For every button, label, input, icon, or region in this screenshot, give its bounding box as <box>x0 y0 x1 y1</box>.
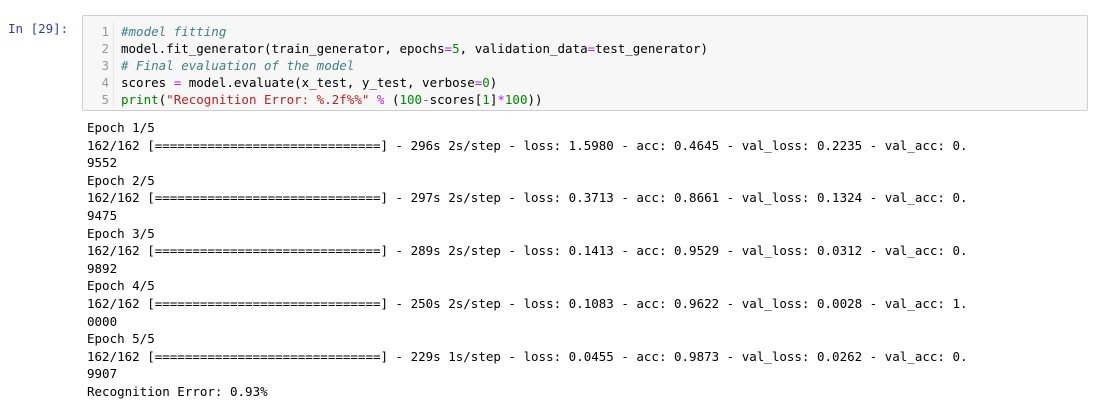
output-line: 162/162 [==============================]… <box>87 243 968 259</box>
code-token: 100 <box>399 92 423 107</box>
code-token: 100 <box>504 92 528 107</box>
line-number-gutter: 1 2 3 4 5 <box>83 22 114 107</box>
line-number: 5 <box>101 92 109 107</box>
code-token: # Final evaluation of the model <box>121 58 355 73</box>
code-token: #model fitting <box>121 24 227 39</box>
output-line: 0000 <box>87 313 118 329</box>
code-token: = <box>444 41 453 56</box>
output-line: 9475 <box>87 207 118 223</box>
line-number: 2 <box>101 41 109 56</box>
output-line: Epoch 2/5 <box>87 172 155 188</box>
output-line: 162/162 [==============================]… <box>87 137 968 153</box>
code-token: model.fit_generator(train_generator, epo… <box>121 41 445 56</box>
output-line: Epoch 4/5 <box>87 278 155 294</box>
code-token: , validation_data <box>459 41 588 56</box>
output-line: Epoch 5/5 <box>87 331 155 347</box>
line-number: 3 <box>101 58 109 73</box>
output-line: 9907 <box>87 366 118 382</box>
code-token: * <box>497 92 505 107</box>
code-token: 5 <box>452 41 460 56</box>
code-token: 1 <box>482 92 490 107</box>
code-line[interactable]: scores = model.evaluate(x_test, y_test, … <box>121 74 497 91</box>
code-editor[interactable]: 1 2 3 4 5 #model fitting model.fit_generator(… <box>82 15 1088 111</box>
code-token: ) <box>489 75 498 90</box>
output-line: 9552 <box>87 155 118 171</box>
output-line: Recognition Error: 0.93% <box>87 383 268 399</box>
code-line[interactable]: print("Recognition Error: %.2f%%" % (100… <box>121 91 543 108</box>
line-number: 4 <box>101 75 109 90</box>
output-line: 9892 <box>87 260 118 276</box>
code-token: test_generator) <box>595 41 709 56</box>
input-prompt: In [29]: <box>8 21 69 36</box>
line-number: 1 <box>101 24 109 39</box>
output-line: Epoch 3/5 <box>87 225 155 241</box>
output-line: 162/162 [==============================]… <box>87 190 968 206</box>
code-token: scores[ <box>429 92 483 107</box>
code-line[interactable]: model.fit_generator(train_generator, epo… <box>121 40 708 57</box>
code-line[interactable]: #model fitting <box>121 23 226 40</box>
code-token: print <box>121 92 159 107</box>
output-line: 162/162 [==============================]… <box>87 348 968 364</box>
code-token: scores <box>121 75 174 90</box>
code-token: model.evaluate(x_test, y_test, verbose <box>181 75 475 90</box>
cell-output: Epoch 1/5 162/162 [======================… <box>87 119 1087 401</box>
code-token: - <box>422 92 430 107</box>
code-token: ( <box>384 92 400 107</box>
output-line: Epoch 1/5 <box>87 120 155 135</box>
code-token: 0 <box>482 75 490 90</box>
code-token: = <box>587 41 596 56</box>
code-token: "Recognition Error: %.2f%%" <box>166 92 370 107</box>
output-line: 162/162 [==============================]… <box>87 295 968 311</box>
notebook-code-cell[interactable]: In [29]: 1 2 3 4 5 #model fitting model.fit_g… <box>0 0 1106 400</box>
code-line[interactable]: # Final evaluation of the model <box>121 57 354 74</box>
code-token: )) <box>527 92 543 107</box>
